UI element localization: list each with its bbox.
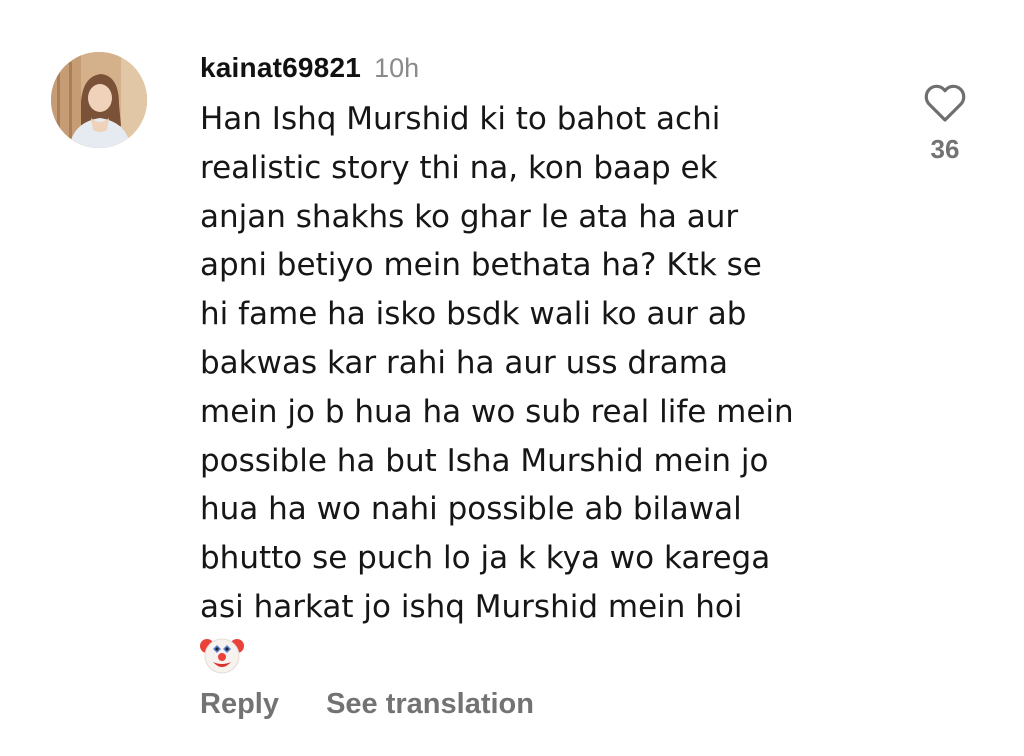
comment: kainat69821 10h Han Ishq Murshid ki to b… <box>0 0 1024 756</box>
see-translation-button[interactable]: See translation <box>326 688 534 720</box>
avatar[interactable] <box>51 52 147 148</box>
heart-outline-icon[interactable] <box>923 84 967 124</box>
like-count: 36 <box>930 134 960 164</box>
comment-text: Han Ishq Murshid ki to bahot achi realis… <box>200 101 794 625</box>
comment-meta: kainat69821 10h <box>200 50 900 86</box>
username[interactable]: kainat69821 <box>200 52 361 83</box>
reply-button[interactable]: Reply <box>200 688 279 720</box>
comment-actions: Reply See translation <box>200 686 534 722</box>
like-control: 36 <box>920 84 970 165</box>
comment-body: kainat69821 10h Han Ishq Murshid ki to b… <box>200 50 900 676</box>
clown-face-icon <box>200 632 900 676</box>
timestamp: 10h <box>374 53 420 83</box>
avatar-image <box>51 52 147 148</box>
